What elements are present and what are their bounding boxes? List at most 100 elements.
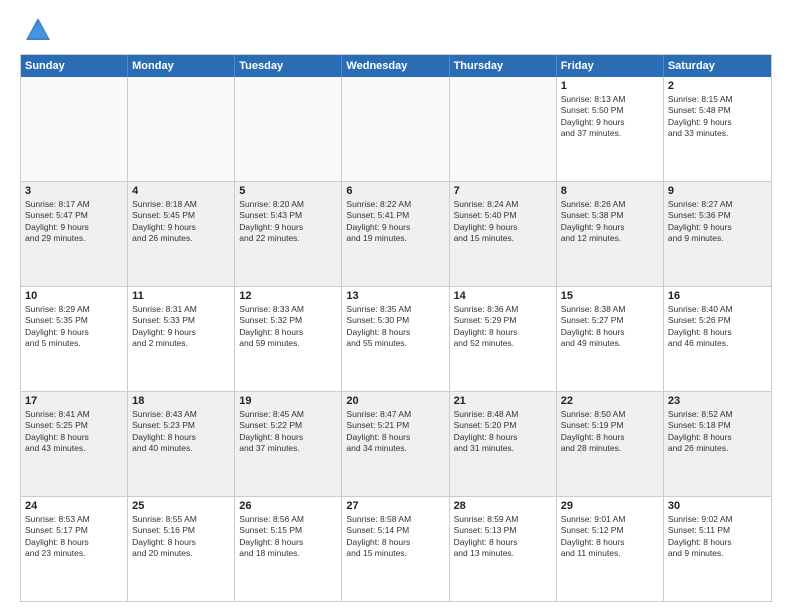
day-number: 24 — [25, 500, 123, 512]
calendar-cell: 9 Sunrise: 8:27 AM Sunset: 5:36 PM Daylig… — [664, 182, 771, 286]
calendar-cell: 2Sunrise: 8:15 AM Sunset: 5:48 PM Daylig… — [664, 77, 771, 181]
calendar-row-4: 24 Sunrise: 8:53 AM Sunset: 5:17 PM Dayli… — [21, 496, 771, 601]
day-info: Sunrise: 8:56 AM Sunset: 5:15 PM Dayligh… — [239, 514, 337, 560]
calendar-row-2: 10Sunrise: 8:29 AM Sunset: 5:35 PM Dayli… — [21, 286, 771, 391]
header-day-monday: Monday — [128, 55, 235, 77]
day-info: Sunrise: 8:35 AM Sunset: 5:30 PM Dayligh… — [346, 304, 444, 350]
logo-icon — [24, 16, 52, 44]
day-info: Sunrise: 8:58 AM Sunset: 5:14 PM Dayligh… — [346, 514, 444, 560]
day-info: Sunrise: 8:22 AM Sunset: 5:41 PM Dayligh… — [346, 199, 444, 245]
calendar-cell — [342, 77, 449, 181]
calendar-cell: 16 Sunrise: 8:40 AM Sunset: 5:26 PM Dayli… — [664, 287, 771, 391]
calendar-row-0: 1 Sunrise: 8:13 AM Sunset: 5:50 PM Daylig… — [21, 77, 771, 181]
day-number: 9 — [668, 185, 767, 197]
day-number: 25 — [132, 500, 230, 512]
day-number: 19 — [239, 395, 337, 407]
calendar-cell: 14 Sunrise: 8:36 AM Sunset: 5:29 PM Dayli… — [450, 287, 557, 391]
day-info: Sunrise: 8:24 AM Sunset: 5:40 PM Dayligh… — [454, 199, 552, 245]
calendar-cell — [235, 77, 342, 181]
day-info: Sunrise: 8:59 AM Sunset: 5:13 PM Dayligh… — [454, 514, 552, 560]
day-info: Sunrise: 9:02 AM Sunset: 5:11 PM Dayligh… — [668, 514, 767, 560]
day-number: 16 — [668, 290, 767, 302]
day-number: 1 — [561, 80, 659, 92]
day-info: Sunrise: 8:18 AM Sunset: 5:45 PM Dayligh… — [132, 199, 230, 245]
day-info: Sunrise: 8:17 AM Sunset: 5:47 PM Dayligh… — [25, 199, 123, 245]
day-info: Sunrise: 8:52 AM Sunset: 5:18 PM Dayligh… — [668, 409, 767, 455]
day-number: 7 — [454, 185, 552, 197]
calendar-cell: 18 Sunrise: 8:43 AM Sunset: 5:23 PM Dayli… — [128, 392, 235, 496]
calendar-cell: 6Sunrise: 8:22 AM Sunset: 5:41 PM Daylig… — [342, 182, 449, 286]
day-number: 22 — [561, 395, 659, 407]
day-number: 21 — [454, 395, 552, 407]
calendar-cell: 26 Sunrise: 8:56 AM Sunset: 5:15 PM Dayli… — [235, 497, 342, 601]
page: SundayMondayTuesdayWednesdayThursdayFrid… — [0, 0, 792, 612]
day-number: 11 — [132, 290, 230, 302]
day-info: Sunrise: 8:29 AM Sunset: 5:35 PM Dayligh… — [25, 304, 123, 350]
calendar-cell: 17Sunrise: 8:41 AM Sunset: 5:25 PM Dayli… — [21, 392, 128, 496]
calendar: SundayMondayTuesdayWednesdayThursdayFrid… — [20, 54, 772, 602]
calendar-row-3: 17Sunrise: 8:41 AM Sunset: 5:25 PM Dayli… — [21, 391, 771, 496]
day-info: Sunrise: 8:36 AM Sunset: 5:29 PM Dayligh… — [454, 304, 552, 350]
day-number: 5 — [239, 185, 337, 197]
day-info: Sunrise: 8:27 AM Sunset: 5:36 PM Dayligh… — [668, 199, 767, 245]
day-number: 2 — [668, 80, 767, 92]
calendar-cell: 3 Sunrise: 8:17 AM Sunset: 5:47 PM Daylig… — [21, 182, 128, 286]
calendar-cell: 25 Sunrise: 8:55 AM Sunset: 5:16 PM Dayli… — [128, 497, 235, 601]
day-number: 30 — [668, 500, 767, 512]
calendar-header: SundayMondayTuesdayWednesdayThursdayFrid… — [21, 55, 771, 77]
calendar-row-1: 3 Sunrise: 8:17 AM Sunset: 5:47 PM Daylig… — [21, 181, 771, 286]
day-info: Sunrise: 8:43 AM Sunset: 5:23 PM Dayligh… — [132, 409, 230, 455]
calendar-cell: 19 Sunrise: 8:45 AM Sunset: 5:22 PM Dayli… — [235, 392, 342, 496]
day-number: 18 — [132, 395, 230, 407]
day-number: 14 — [454, 290, 552, 302]
calendar-body: 1 Sunrise: 8:13 AM Sunset: 5:50 PM Daylig… — [21, 77, 771, 601]
day-number: 12 — [239, 290, 337, 302]
calendar-cell: 5 Sunrise: 8:20 AM Sunset: 5:43 PM Daylig… — [235, 182, 342, 286]
day-info: Sunrise: 8:45 AM Sunset: 5:22 PM Dayligh… — [239, 409, 337, 455]
header-day-sunday: Sunday — [21, 55, 128, 77]
calendar-cell: 29 Sunrise: 9:01 AM Sunset: 5:12 PM Dayli… — [557, 497, 664, 601]
calendar-cell: 15Sunrise: 8:38 AM Sunset: 5:27 PM Dayli… — [557, 287, 664, 391]
day-number: 3 — [25, 185, 123, 197]
day-info: Sunrise: 8:50 AM Sunset: 5:19 PM Dayligh… — [561, 409, 659, 455]
header-day-thursday: Thursday — [450, 55, 557, 77]
day-number: 29 — [561, 500, 659, 512]
header-day-saturday: Saturday — [664, 55, 771, 77]
calendar-cell: 4 Sunrise: 8:18 AM Sunset: 5:45 PM Daylig… — [128, 182, 235, 286]
calendar-cell: 24 Sunrise: 8:53 AM Sunset: 5:17 PM Dayli… — [21, 497, 128, 601]
header-day-tuesday: Tuesday — [235, 55, 342, 77]
header — [20, 16, 772, 44]
day-info: Sunrise: 9:01 AM Sunset: 5:12 PM Dayligh… — [561, 514, 659, 560]
day-info: Sunrise: 8:31 AM Sunset: 5:33 PM Dayligh… — [132, 304, 230, 350]
calendar-cell: 21Sunrise: 8:48 AM Sunset: 5:20 PM Dayli… — [450, 392, 557, 496]
day-number: 28 — [454, 500, 552, 512]
day-number: 13 — [346, 290, 444, 302]
day-number: 4 — [132, 185, 230, 197]
day-number: 23 — [668, 395, 767, 407]
calendar-cell: 20Sunrise: 8:47 AM Sunset: 5:21 PM Dayli… — [342, 392, 449, 496]
calendar-cell: 13 Sunrise: 8:35 AM Sunset: 5:30 PM Dayli… — [342, 287, 449, 391]
day-info: Sunrise: 8:13 AM Sunset: 5:50 PM Dayligh… — [561, 94, 659, 140]
calendar-cell: 23 Sunrise: 8:52 AM Sunset: 5:18 PM Dayli… — [664, 392, 771, 496]
calendar-cell: 22 Sunrise: 8:50 AM Sunset: 5:19 PM Dayli… — [557, 392, 664, 496]
day-info: Sunrise: 8:33 AM Sunset: 5:32 PM Dayligh… — [239, 304, 337, 350]
logo — [20, 16, 52, 44]
calendar-cell: 27Sunrise: 8:58 AM Sunset: 5:14 PM Dayli… — [342, 497, 449, 601]
day-info: Sunrise: 8:53 AM Sunset: 5:17 PM Dayligh… — [25, 514, 123, 560]
calendar-cell: 12 Sunrise: 8:33 AM Sunset: 5:32 PM Dayli… — [235, 287, 342, 391]
day-info: Sunrise: 8:40 AM Sunset: 5:26 PM Dayligh… — [668, 304, 767, 350]
day-info: Sunrise: 8:20 AM Sunset: 5:43 PM Dayligh… — [239, 199, 337, 245]
day-info: Sunrise: 8:38 AM Sunset: 5:27 PM Dayligh… — [561, 304, 659, 350]
calendar-cell: 8Sunrise: 8:26 AM Sunset: 5:38 PM Daylig… — [557, 182, 664, 286]
calendar-cell: 10Sunrise: 8:29 AM Sunset: 5:35 PM Dayli… — [21, 287, 128, 391]
day-number: 26 — [239, 500, 337, 512]
calendar-cell: 11 Sunrise: 8:31 AM Sunset: 5:33 PM Dayli… — [128, 287, 235, 391]
calendar-cell: 30 Sunrise: 9:02 AM Sunset: 5:11 PM Dayli… — [664, 497, 771, 601]
calendar-cell: 28 Sunrise: 8:59 AM Sunset: 5:13 PM Dayli… — [450, 497, 557, 601]
day-info: Sunrise: 8:47 AM Sunset: 5:21 PM Dayligh… — [346, 409, 444, 455]
day-info: Sunrise: 8:55 AM Sunset: 5:16 PM Dayligh… — [132, 514, 230, 560]
calendar-cell — [128, 77, 235, 181]
calendar-cell: 7 Sunrise: 8:24 AM Sunset: 5:40 PM Daylig… — [450, 182, 557, 286]
calendar-cell — [450, 77, 557, 181]
header-day-wednesday: Wednesday — [342, 55, 449, 77]
